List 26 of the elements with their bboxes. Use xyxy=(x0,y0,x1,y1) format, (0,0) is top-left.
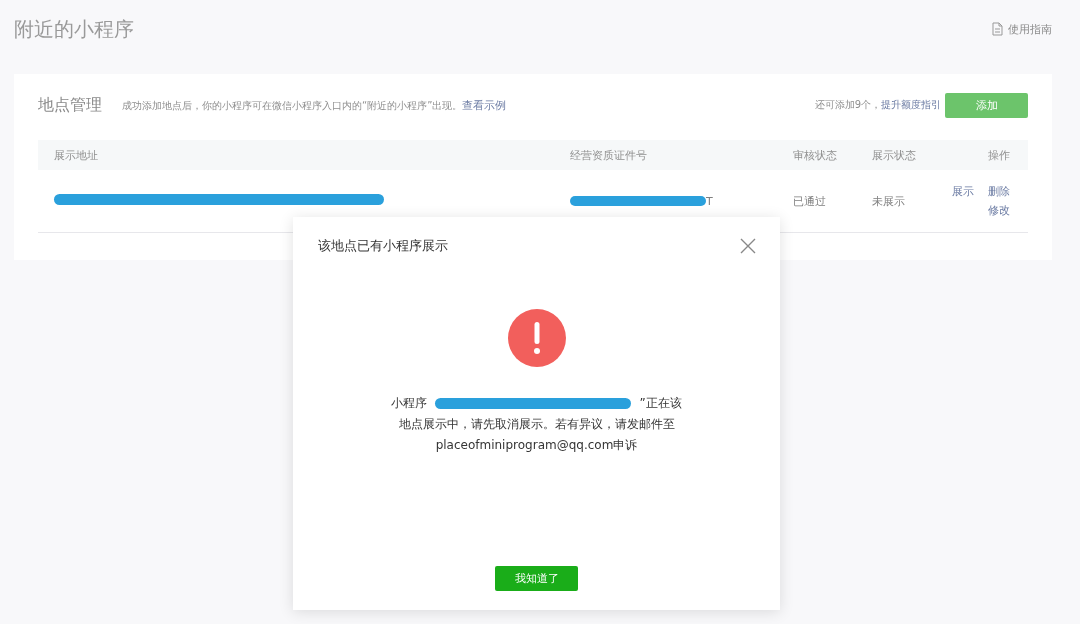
table-cell-text: 已通过 xyxy=(793,193,827,209)
action-link[interactable]: 删除 xyxy=(988,184,1010,199)
dialog-title: 该地点已有小程序展示 xyxy=(318,237,448,255)
message-text: 地点展示中，请先取消展示。若有异议，请发邮件至placeofminiprogram@qq.com申诉 xyxy=(397,416,676,454)
quota-text: 还可添加9个， xyxy=(814,98,881,112)
card-title: 地点管理 xyxy=(38,94,102,116)
column-header: 经营资质证件号 xyxy=(570,147,648,163)
column-header: 操作 xyxy=(987,147,1010,163)
column-header: 展示地址 xyxy=(53,147,99,163)
warning-icon xyxy=(507,309,566,367)
example-link[interactable]: 查看示例 xyxy=(462,98,507,112)
guide-link[interactable]: 使用指南 xyxy=(992,21,1052,37)
document-icon xyxy=(992,22,1003,36)
card-description: 成功添加地点后，你的小程序可在微信小程序入口内的“附近的小程序”出现。查看示例 xyxy=(122,97,507,113)
column-header: 展示状态 xyxy=(872,147,917,163)
close-icon[interactable] xyxy=(740,238,756,254)
action-link[interactable]: 修改 xyxy=(988,203,1010,218)
table-cell-text: 未展示 xyxy=(872,193,906,209)
column-header: 审核状态 xyxy=(793,147,838,163)
confirm-button[interactable]: 我知道了 xyxy=(495,566,578,591)
action-link[interactable]: 展示 xyxy=(952,184,974,199)
page-title: 附近的小程序 xyxy=(14,15,134,43)
message-text: 小程序 xyxy=(391,395,428,412)
table-cell: T xyxy=(706,194,713,208)
quota-link[interactable]: 提升额度指引 xyxy=(881,98,941,112)
message-text: ”正在该 xyxy=(639,395,682,412)
